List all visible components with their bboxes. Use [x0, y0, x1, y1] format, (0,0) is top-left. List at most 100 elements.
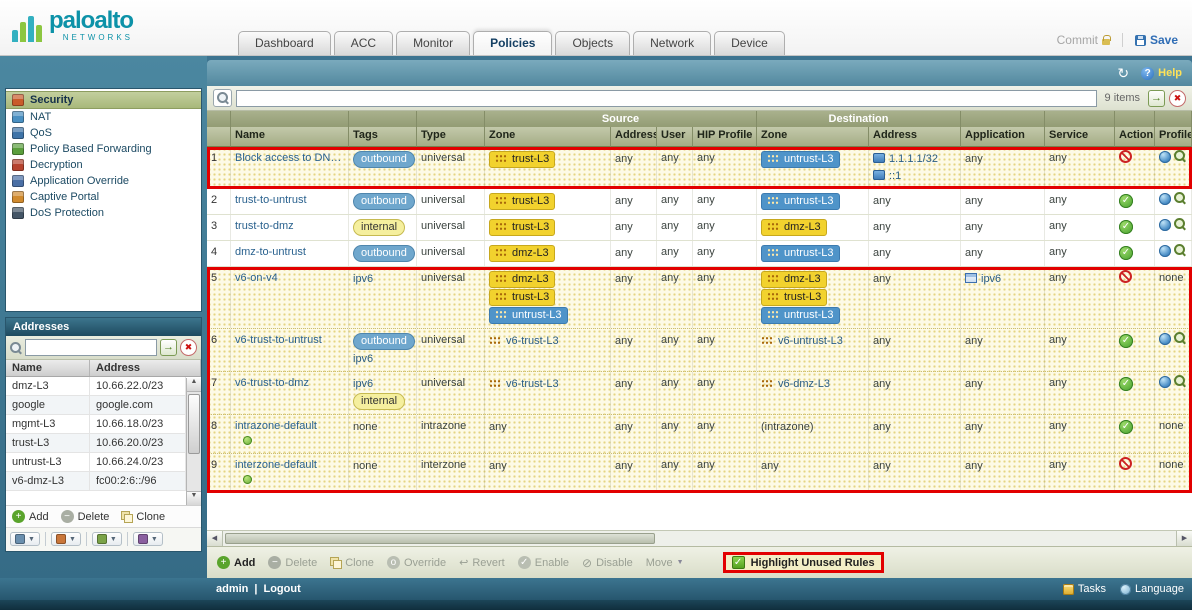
column-header-user[interactable]: User — [657, 127, 693, 147]
column-header-profile[interactable]: Profile — [1155, 127, 1192, 147]
profile-group-icon[interactable] — [1159, 245, 1171, 257]
sidebar-item-security[interactable]: Security — [6, 91, 201, 109]
sidebar-item-nat[interactable]: NAT — [6, 109, 201, 125]
tab-dashboard[interactable]: Dashboard — [238, 31, 331, 55]
horizontal-scrollbar[interactable]: ◀ ▶ — [207, 530, 1192, 546]
rules-search-clear-button[interactable]: ✖ — [1169, 90, 1186, 107]
sidebar-item-captive-portal[interactable]: Captive Portal — [6, 189, 201, 205]
rule-name[interactable]: trust-to-dmz — [235, 218, 344, 234]
log-profile-icon[interactable] — [1174, 150, 1187, 163]
tag-badge[interactable]: internal — [353, 219, 405, 236]
log-profile-icon[interactable] — [1174, 332, 1187, 345]
log-profile-icon[interactable] — [1174, 218, 1187, 231]
addresses-search-clear-button[interactable]: ✖ — [180, 339, 197, 356]
sidebar-item-application-override[interactable]: Application Override — [6, 173, 201, 189]
address-row[interactable]: v6-dmz-L3 fc00:2:6::/96 — [6, 472, 186, 491]
toolbar-add-button[interactable]: + Add — [217, 556, 255, 569]
edit-menu-button[interactable]: ▼ — [92, 532, 122, 546]
log-profile-icon[interactable] — [1174, 192, 1187, 205]
profile-group-icon[interactable] — [1159, 219, 1171, 231]
addresses-add-button[interactable]: +Add — [12, 510, 49, 523]
tag-link[interactable]: ipv6 — [353, 271, 373, 287]
action-deny-icon[interactable] — [1119, 457, 1132, 470]
zone-badge[interactable]: untrust-L3 — [761, 245, 840, 262]
zone-badge[interactable]: untrust-L3 — [761, 307, 840, 324]
tag-badge[interactable]: outbound — [353, 193, 415, 210]
addresses-delete-button[interactable]: −Delete — [61, 510, 110, 523]
zone-badge[interactable]: trust-L3 — [761, 289, 827, 306]
rule-row-1[interactable]: 1 Block access to DNS S... outbound univ… — [207, 147, 1192, 189]
action-deny-icon[interactable] — [1119, 150, 1132, 163]
scroll-up-button[interactable]: ▲ — [187, 378, 201, 392]
sidebar-item-policy-based-forwarding[interactable]: Policy Based Forwarding — [6, 141, 201, 157]
action-allow-icon[interactable]: ✓ — [1119, 334, 1133, 348]
action-allow-icon[interactable]: ✓ — [1119, 420, 1133, 434]
rule-name[interactable]: intrazone-default — [235, 418, 344, 434]
tag-badge[interactable]: outbound — [353, 245, 415, 262]
language-button[interactable]: Language — [1120, 583, 1184, 595]
admin-user-link[interactable]: admin — [216, 583, 248, 595]
scroll-thumb[interactable] — [188, 394, 200, 454]
rule-row-6[interactable]: 6 v6-trust-to-untrust outboundipv6 unive… — [207, 329, 1192, 372]
sidebar-item-decryption[interactable]: Decryption — [6, 157, 201, 173]
column-header-zone[interactable]: Zone — [485, 127, 611, 147]
address-row[interactable]: google google.com — [6, 396, 186, 415]
save-button[interactable]: Save — [1135, 33, 1178, 47]
zone-badge[interactable]: untrust-L3 — [761, 193, 840, 210]
zone-badge[interactable]: dmz-L3 — [489, 271, 555, 288]
log-profile-icon[interactable] — [1174, 375, 1187, 388]
rule-name[interactable]: trust-to-untrust — [235, 192, 344, 208]
rules-search-input[interactable] — [236, 90, 1097, 107]
tab-policies[interactable]: Policies — [473, 31, 552, 55]
rule-row-5[interactable]: 5 v6-on-v4 ipv6 universal dmz-L3trust-L3… — [207, 267, 1192, 329]
toolbar-enable-button[interactable]: ✓ Enable — [518, 556, 569, 569]
scroll-right-button[interactable]: ▶ — [1176, 531, 1192, 546]
column-header-hip-profile[interactable]: HIP Profile — [693, 127, 757, 147]
address-row[interactable]: trust-L3 10.66.20.0/23 — [6, 434, 186, 453]
tag-badge[interactable]: outbound — [353, 151, 415, 168]
action-allow-icon[interactable]: ✓ — [1119, 377, 1133, 391]
commit-button[interactable]: Commit — [1057, 33, 1110, 47]
profile-group-icon[interactable] — [1159, 376, 1171, 388]
addresses-search-go-button[interactable]: → — [160, 339, 177, 356]
application-group-link[interactable]: ipv6 — [965, 271, 1001, 287]
column-header-address[interactable]: Address — [869, 127, 961, 147]
profile-group-icon[interactable] — [1159, 151, 1171, 163]
tab-device[interactable]: Device — [714, 31, 785, 55]
column-header-action[interactable]: Action — [1115, 127, 1155, 147]
refresh-icon[interactable]: ↻ — [1117, 66, 1129, 80]
address-object-link[interactable]: ::1 — [873, 168, 901, 184]
rule-row-2[interactable]: 2 trust-to-untrust outbound universal tr… — [207, 189, 1192, 215]
column-header-application[interactable]: Application — [961, 127, 1045, 147]
addresses-col-name[interactable]: Name — [6, 360, 90, 376]
checkbox-checked-icon[interactable]: ✓ — [732, 556, 745, 569]
toolbar-revert-button[interactable]: ↩ Revert — [459, 556, 505, 569]
rules-search-go-button[interactable]: → — [1148, 90, 1165, 107]
rule-name[interactable]: interzone-default — [235, 457, 344, 473]
column-header-service[interactable]: Service — [1045, 127, 1115, 147]
sidebar-item-qos[interactable]: QoS — [6, 125, 201, 141]
addresses-search-input[interactable] — [25, 339, 157, 356]
rule-row-3[interactable]: 3 trust-to-dmz internal universal trust-… — [207, 215, 1192, 241]
zone-badge[interactable]: trust-L3 — [489, 151, 555, 168]
tab-network[interactable]: Network — [633, 31, 711, 55]
zone-badge[interactable]: trust-L3 — [489, 289, 555, 306]
settings-menu-button[interactable]: ▼ — [133, 532, 163, 546]
zone-badge[interactable]: untrust-L3 — [489, 307, 568, 324]
column-header-tags[interactable]: Tags — [349, 127, 417, 147]
rule-row-8[interactable]: 8 intrazone-default none intrazone any a… — [207, 415, 1192, 454]
addresses-clone-button[interactable]: Clone — [121, 511, 165, 523]
zone-badge[interactable]: untrust-L3 — [761, 151, 840, 168]
zone-link[interactable]: v6-untrust-L3 — [761, 333, 843, 349]
view-menu-button[interactable]: ▼ — [10, 532, 40, 546]
logout-link[interactable]: Logout — [263, 583, 300, 595]
address-row[interactable]: mgmt-L3 10.66.18.0/23 — [6, 415, 186, 434]
action-allow-icon[interactable]: ✓ — [1119, 246, 1133, 260]
rule-name[interactable]: dmz-to-untrust — [235, 244, 344, 260]
column-header-address[interactable]: Address — [611, 127, 657, 147]
tab-acc[interactable]: ACC — [334, 31, 393, 55]
rule-name[interactable]: v6-trust-to-untrust — [235, 332, 344, 348]
zone-link[interactable]: v6-trust-L3 — [489, 333, 559, 349]
tasks-button[interactable]: Tasks — [1063, 583, 1106, 595]
toolbar-override-button[interactable]: o Override — [387, 556, 446, 569]
